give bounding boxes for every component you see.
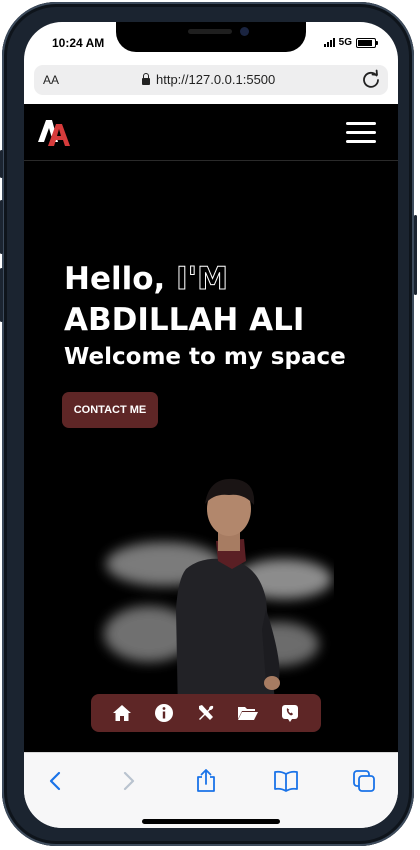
hero-tagline: Welcome to my space: [64, 344, 346, 370]
url-text: http://127.0.0.1:5500: [156, 72, 276, 87]
home-icon[interactable]: [111, 702, 133, 724]
reload-icon[interactable]: [360, 68, 382, 90]
network-type: 5G: [338, 37, 352, 48]
site-logo[interactable]: [36, 116, 74, 148]
hero-greeting: Hello, I'M: [64, 259, 346, 299]
site-header: [24, 104, 398, 161]
bottom-nav: [91, 694, 321, 732]
phone-screen: 10:24 AM 5G AA http://127.0.0.1:5500 Hel…: [24, 22, 398, 828]
forward-icon[interactable]: [114, 767, 142, 795]
status-time: 10:24 AM: [52, 36, 105, 50]
home-indicator: [142, 819, 280, 824]
battery-icon: [356, 37, 378, 48]
browser-toolbar: [24, 752, 398, 828]
notch: [116, 22, 306, 52]
signal-icon: [323, 38, 335, 47]
bookmarks-icon[interactable]: [272, 767, 300, 795]
info-icon[interactable]: [153, 702, 175, 724]
lock-icon: [142, 72, 150, 85]
folder-icon[interactable]: [237, 702, 259, 724]
phone-icon[interactable]: [279, 702, 301, 724]
mute-switch: [0, 150, 3, 178]
url-display[interactable]: http://127.0.0.1:5500: [142, 72, 275, 87]
hero-section: Hello, I'M ABDILLAH ALI Welcome to my sp…: [64, 259, 346, 373]
speaker: [188, 29, 232, 34]
greeting-outline-text: I'M: [176, 261, 229, 298]
tabs-icon[interactable]: [350, 767, 378, 795]
share-icon[interactable]: [192, 767, 220, 795]
text-size-button[interactable]: AA: [43, 73, 59, 87]
power-button: [414, 215, 417, 295]
front-camera: [240, 27, 249, 36]
address-bar[interactable]: AA http://127.0.0.1:5500: [34, 65, 388, 95]
tools-icon[interactable]: [195, 702, 217, 724]
contact-me-button[interactable]: CONTACT ME: [62, 392, 158, 428]
status-indicators: 5G: [323, 37, 378, 48]
hero-name: ABDILLAH ALI: [64, 302, 305, 338]
volume-up-button: [0, 200, 3, 254]
menu-button[interactable]: [346, 122, 376, 144]
greeting-text: Hello,: [64, 261, 166, 297]
web-page: Hello, I'M ABDILLAH ALI Welcome to my sp…: [24, 104, 398, 752]
volume-down-button: [0, 268, 3, 322]
profile-photo: [104, 478, 332, 714]
back-icon[interactable]: [42, 767, 70, 795]
